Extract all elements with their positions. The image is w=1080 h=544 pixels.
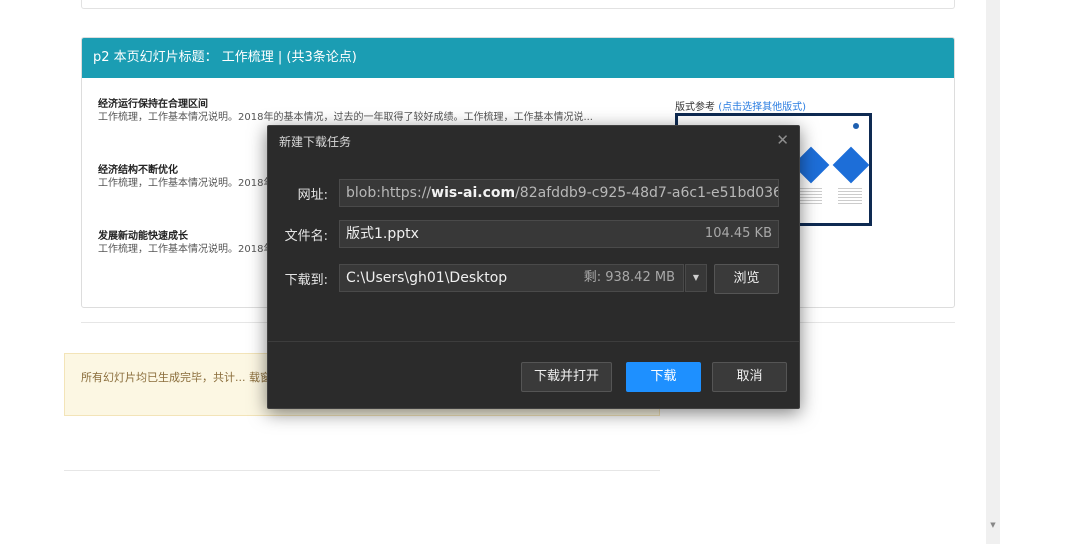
save-path-value: C:\Users\gh01\Desktop	[346, 270, 508, 286]
file-size: 104.45 KB	[704, 226, 772, 241]
download-button[interactable]: 下载	[626, 362, 701, 392]
scrollbar[interactable]: ▼	[986, 0, 1000, 544]
layout-reference-label: 版式参考	[675, 102, 715, 113]
dialog-title: 新建下载任务	[279, 135, 352, 149]
close-icon[interactable]: ✕	[776, 131, 789, 149]
url-domain: wis-ai.com	[431, 185, 516, 201]
page: p2 本页幻灯片标题： 工作梳理 | (共3条论点) 经济运行保持在合理区间 工…	[0, 0, 1080, 544]
divider	[64, 470, 660, 471]
url-label: 网址:	[297, 188, 328, 203]
previous-slide-card	[81, 0, 955, 9]
download-and-open-button[interactable]: 下载并打开	[521, 362, 612, 392]
arrow-icon	[832, 146, 870, 184]
thumbnail-dot	[853, 123, 859, 129]
url-prefix: blob:https://	[346, 185, 432, 201]
browse-button[interactable]: 浏览	[714, 264, 779, 294]
filename-value: 版式1.pptx	[346, 226, 419, 242]
thumbnail-text-lines	[838, 188, 862, 206]
save-path-field[interactable]: C:\Users\gh01\Desktop 剩: 938.42 MB	[339, 264, 684, 292]
point-title: 经济运行保持在合理区间	[98, 99, 208, 110]
slide-header: p2 本页幻灯片标题： 工作梳理 | (共3条论点)	[82, 38, 954, 78]
filename-label: 文件名:	[284, 229, 328, 244]
point-desc: 工作梳理，工作基本情况说明。2018年的基本情况，过去的一年取得了较好成绩。工作…	[98, 112, 593, 123]
choose-layout-link[interactable]: (点击选择其他版式)	[718, 102, 806, 113]
free-space: 剩: 938.42 MB	[583, 270, 675, 285]
point-item: 经济运行保持在合理区间 工作梳理，工作基本情况说明。2018年的基本情况，过去的…	[98, 98, 658, 124]
cancel-button[interactable]: 取消	[712, 362, 787, 392]
thumbnail-text-lines	[798, 188, 822, 206]
chevron-down-icon[interactable]: ▼	[685, 264, 707, 292]
url-path: /82afddb9-c925-48d7-a6c1-e51bd036l	[515, 185, 779, 201]
download-dialog: 新建下载任务 ✕ 网址: blob:https://wis-ai.com/82a…	[267, 125, 800, 409]
saveto-label: 下载到:	[284, 273, 328, 288]
layout-reference: 版式参考 (点击选择其他版式)	[675, 98, 806, 113]
scroll-down-icon[interactable]: ▼	[986, 520, 1000, 530]
dialog-divider	[268, 341, 799, 342]
filename-field[interactable]: 版式1.pptx 104.45 KB	[339, 220, 779, 248]
url-field[interactable]: blob:https://wis-ai.com/82afddb9-c925-48…	[339, 179, 779, 207]
